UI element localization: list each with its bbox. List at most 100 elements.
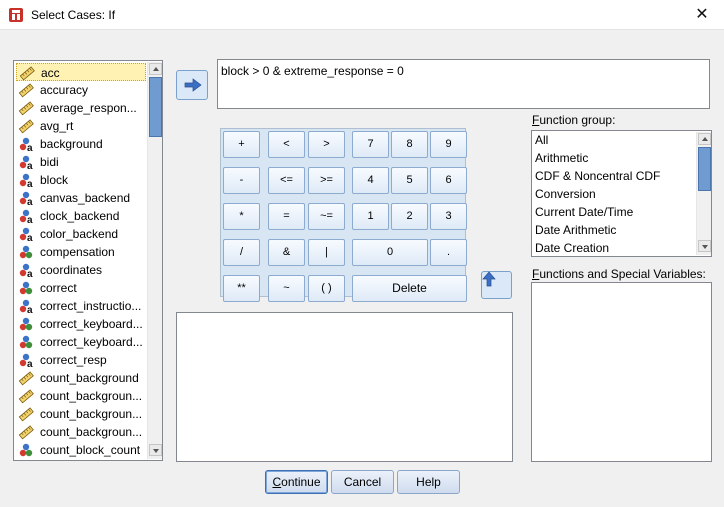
key-digit-4-button[interactable]: 4 bbox=[352, 167, 389, 194]
move-to-expression-button[interactable] bbox=[176, 70, 208, 100]
variable-item[interactable]: a canvas_backend bbox=[16, 189, 146, 208]
variable-label: compensation bbox=[40, 245, 115, 259]
variable-item[interactable]: average_respon... bbox=[16, 99, 146, 117]
variable-item[interactable]: acc bbox=[16, 63, 146, 81]
variable-item[interactable]: correct_keyboard... bbox=[16, 333, 146, 351]
svg-text:a: a bbox=[27, 179, 33, 188]
scale-icon bbox=[18, 424, 34, 440]
svg-text:a: a bbox=[27, 215, 33, 224]
variable-item[interactable]: a coordinates bbox=[16, 261, 146, 280]
help-button[interactable]: Help bbox=[397, 470, 460, 494]
key-digit-9-button[interactable]: 9 bbox=[430, 131, 467, 158]
key-not-equal-button[interactable]: ~= bbox=[308, 203, 345, 230]
variable-label: avg_rt bbox=[40, 119, 74, 133]
key-digit-0-button[interactable]: 0 bbox=[352, 239, 428, 266]
key-power-button[interactable]: ** bbox=[223, 275, 260, 302]
key-parentheses-button[interactable]: ( ) bbox=[308, 275, 345, 302]
function-group-item[interactable]: Current Date/Time bbox=[535, 205, 633, 219]
scroll-up-arrow[interactable] bbox=[149, 63, 162, 75]
key-digit-5-button[interactable]: 5 bbox=[391, 167, 428, 194]
scroll-up-arrow[interactable] bbox=[698, 133, 711, 145]
function-group-item[interactable]: Date Creation bbox=[535, 241, 609, 255]
key-digit-2-button[interactable]: 2 bbox=[391, 203, 428, 230]
variable-item[interactable]: avg_rt bbox=[16, 117, 146, 135]
key-digit-7-button[interactable]: 7 bbox=[352, 131, 389, 158]
variable-item[interactable]: a bidi bbox=[16, 153, 146, 172]
function-group-item[interactable]: Arithmetic bbox=[535, 151, 588, 165]
key-decimal-button[interactable]: . bbox=[430, 239, 467, 266]
variable-label: color_backend bbox=[40, 227, 119, 241]
key-not-button[interactable]: ~ bbox=[268, 275, 305, 302]
scroll-down-arrow[interactable] bbox=[149, 444, 162, 456]
key-multiply-button[interactable]: * bbox=[223, 203, 260, 230]
close-button[interactable]: ✕ bbox=[688, 4, 716, 26]
function-group-list[interactable]: All Arithmetic CDF & Noncentral CDF Convers… bbox=[531, 130, 712, 257]
svg-text:a: a bbox=[27, 233, 33, 242]
svg-text:a: a bbox=[27, 359, 33, 368]
variable-item[interactable]: a correct_resp bbox=[16, 351, 146, 370]
scroll-down-arrow[interactable] bbox=[698, 240, 711, 252]
variable-item[interactable]: correct_keyboard... bbox=[16, 315, 146, 333]
variable-item[interactable]: accuracy bbox=[16, 81, 146, 99]
nominal-string-icon: a bbox=[18, 208, 34, 226]
variable-label: correct_resp bbox=[40, 353, 107, 367]
variable-label: count_backgroun... bbox=[40, 425, 143, 439]
scale-icon bbox=[18, 100, 34, 116]
expression-textbox[interactable]: block > 0 & extreme_response = 0 bbox=[217, 59, 710, 109]
variable-item[interactable]: a block bbox=[16, 171, 146, 190]
variable-item[interactable]: count_backgroun... bbox=[16, 387, 146, 405]
variable-label: canvas_backend bbox=[40, 191, 131, 205]
continue-button[interactable]: Continue bbox=[265, 470, 328, 494]
function-group-item[interactable]: CDF & Noncentral CDF bbox=[535, 169, 660, 183]
scale-icon bbox=[19, 65, 35, 81]
key-divide-button[interactable]: / bbox=[223, 239, 260, 266]
variable-item[interactable]: count_block_count bbox=[16, 441, 146, 459]
key-less-than-button[interactable]: < bbox=[268, 131, 305, 158]
key-digit-3-button[interactable]: 3 bbox=[430, 203, 467, 230]
variable-label: bidi bbox=[40, 155, 59, 169]
key-delete-button[interactable]: Delete bbox=[352, 275, 467, 302]
calculator-keypad: + < >7 8 9 - <= >= 4 5 6 * = ~= 1 2 3 /& | 0. ** ~( ) Delete bbox=[220, 128, 467, 302]
variable-label: correct bbox=[40, 281, 77, 295]
key-and-button[interactable]: & bbox=[268, 239, 305, 266]
key-greater-than-button[interactable]: > bbox=[308, 131, 345, 158]
scroll-thumb[interactable] bbox=[149, 77, 162, 137]
move-function-up-button[interactable] bbox=[481, 271, 512, 299]
window-title: Select Cases: If bbox=[31, 8, 116, 22]
variable-list[interactable]: acc accuracy average_respon... avg_rta backg… bbox=[13, 60, 163, 461]
key-plus-button[interactable]: + bbox=[223, 131, 260, 158]
key-equals-button[interactable]: = bbox=[268, 203, 305, 230]
function-group-label: Function group: bbox=[532, 113, 616, 127]
variable-item[interactable]: correct bbox=[16, 279, 146, 297]
variable-label: count_backgroun... bbox=[40, 407, 143, 421]
variable-item[interactable]: count_backgroun... bbox=[16, 423, 146, 441]
variable-item[interactable]: a clock_backend bbox=[16, 207, 146, 226]
key-digit-1-button[interactable]: 1 bbox=[352, 203, 389, 230]
function-group-scrollbar[interactable] bbox=[696, 132, 711, 255]
key-minus-button[interactable]: - bbox=[223, 167, 260, 194]
variable-list-scrollbar[interactable] bbox=[147, 62, 162, 459]
variable-item[interactable]: count_background bbox=[16, 369, 146, 387]
key-less-equal-button[interactable]: <= bbox=[268, 167, 305, 194]
scroll-thumb[interactable] bbox=[698, 147, 711, 191]
function-description-area bbox=[176, 312, 513, 462]
nominal-string-icon: a bbox=[18, 352, 34, 370]
variable-label: count_background bbox=[40, 371, 139, 385]
variable-item[interactable]: count_backgroun... bbox=[16, 405, 146, 423]
cancel-button[interactable]: Cancel bbox=[331, 470, 394, 494]
function-group-item[interactable]: Date Arithmetic bbox=[535, 223, 616, 237]
variable-item[interactable]: a color_backend bbox=[16, 225, 146, 244]
function-group-item[interactable]: All bbox=[535, 133, 548, 147]
functions-special-variables-list[interactable] bbox=[531, 282, 712, 462]
function-group-item[interactable]: Conversion bbox=[535, 187, 596, 201]
nominal-icon bbox=[18, 334, 34, 350]
nominal-string-icon: a bbox=[18, 262, 34, 280]
key-greater-equal-button[interactable]: >= bbox=[308, 167, 345, 194]
key-digit-6-button[interactable]: 6 bbox=[430, 167, 467, 194]
variable-item[interactable]: compensation bbox=[16, 243, 146, 261]
title-bar: Select Cases: If ✕ bbox=[0, 0, 724, 30]
key-or-button[interactable]: | bbox=[308, 239, 345, 266]
variable-item[interactable]: a background bbox=[16, 135, 146, 154]
variable-item[interactable]: a correct_instructio... bbox=[16, 297, 146, 316]
key-digit-8-button[interactable]: 8 bbox=[391, 131, 428, 158]
